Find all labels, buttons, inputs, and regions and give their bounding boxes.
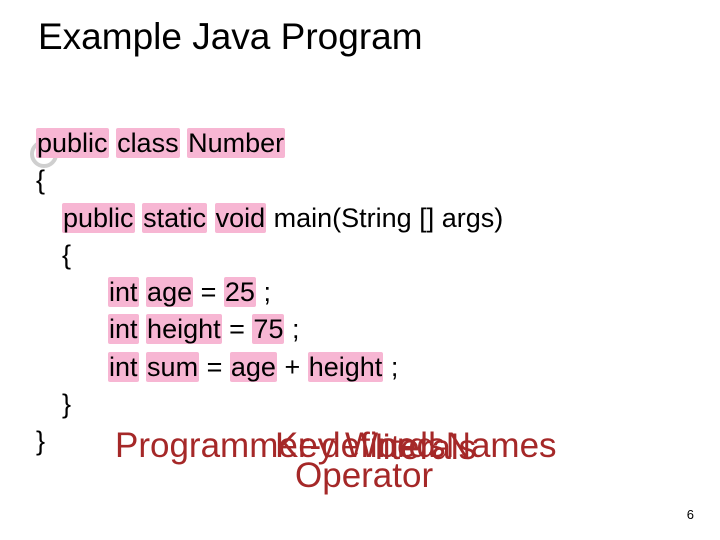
id-age2: age [230, 352, 277, 382]
eq2: = [229, 314, 252, 344]
kw-int2: int [108, 314, 139, 344]
eq3: = [207, 352, 230, 382]
overlap-labels: Programmer-defined Names Key Words Opera… [115, 428, 665, 498]
code-line-5: int age = 25 ; [36, 274, 503, 311]
code-line-7: int sum = age + height ; [36, 349, 503, 386]
semi1: ; [263, 277, 271, 307]
kw-int1: int [108, 277, 139, 307]
page-number: 6 [687, 507, 694, 522]
code-line-3: public static void main(String [] args) [36, 200, 503, 237]
id-age: age [146, 277, 193, 307]
id-height: height [146, 314, 222, 344]
eq1: = [201, 277, 224, 307]
semi2: ; [292, 314, 300, 344]
code-line-4: { [36, 237, 503, 274]
kw-public: public [36, 128, 109, 158]
lit-25: 25 [224, 277, 256, 307]
label-literals: literals [375, 430, 476, 465]
kw-void: void [215, 203, 267, 233]
main-sig: main(String [] args) [274, 203, 504, 233]
kw-class: class [116, 128, 180, 158]
kw-static: static [142, 203, 207, 233]
kw-int3: int [108, 352, 139, 382]
semi3: ; [391, 352, 399, 382]
plus: + [284, 352, 307, 382]
code-line-6: int height = 75 ; [36, 311, 503, 348]
code-line-2: { [36, 162, 503, 199]
code-line-8: } [36, 386, 503, 423]
id-number: Number [187, 128, 285, 158]
id-sum: sum [146, 352, 199, 382]
lit-75: 75 [252, 314, 284, 344]
kw-public2: public [62, 203, 135, 233]
code-line-1: public class Number [36, 125, 503, 162]
id-height2: height [308, 352, 384, 382]
code-block: public class Number { public static void… [36, 125, 503, 460]
slide-title: Example Java Program [38, 16, 423, 58]
